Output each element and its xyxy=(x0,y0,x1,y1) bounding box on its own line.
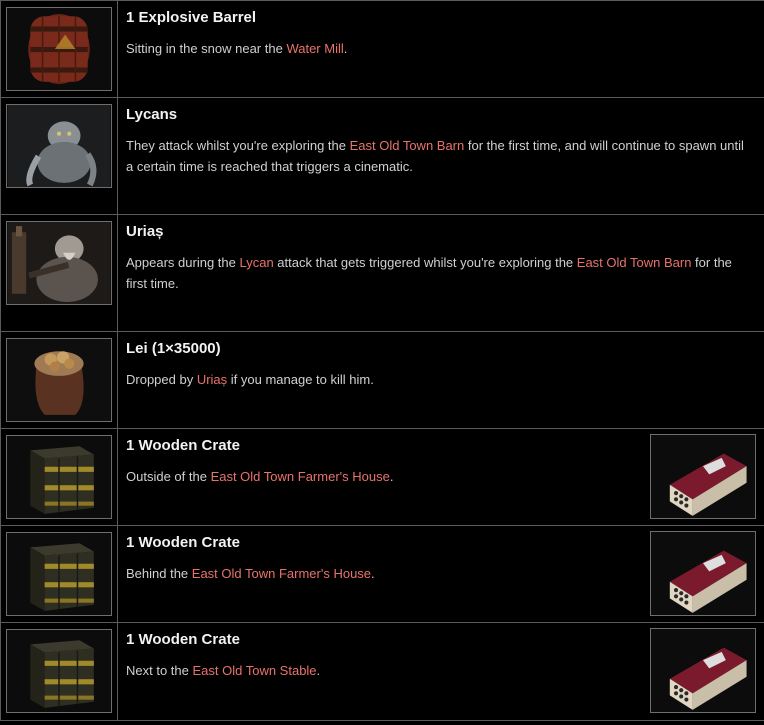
description-text: Next to the xyxy=(126,663,193,678)
description-text: Outside of the xyxy=(126,469,211,484)
thumbnail-cell xyxy=(0,1,118,97)
wooden-crate-icon[interactable] xyxy=(6,532,112,616)
wooden-crate-icon[interactable] xyxy=(6,435,112,519)
description-text: attack that gets triggered whilst you're… xyxy=(273,255,577,270)
description-text: Behind the xyxy=(126,566,192,581)
table-row: 1 Wooden Crate Behind the East Old Town F… xyxy=(0,526,764,623)
row-description: Appears during the Lycan attack that get… xyxy=(126,252,756,294)
thumbnail-cell xyxy=(0,98,118,214)
description-text: if you manage to kill him. xyxy=(227,372,374,387)
location-link[interactable]: East Old Town Farmer's House xyxy=(211,469,390,484)
item-table: 1 Explosive Barrel Sitting in the snow ne… xyxy=(0,0,764,725)
location-link[interactable]: East Old Town Farmer's House xyxy=(192,566,371,581)
lei-bag-icon[interactable] xyxy=(6,338,112,422)
thumbnail-cell xyxy=(0,429,118,525)
row-title: Lycans xyxy=(126,106,178,123)
description-text: Sitting in the snow near the xyxy=(126,41,287,56)
explosive-barrel-icon[interactable] xyxy=(6,7,112,91)
row-content: Uriaș Appears during the Lycan attack tha… xyxy=(118,215,764,331)
description-text: . xyxy=(343,41,348,56)
thumbnail-cell xyxy=(0,526,118,622)
lycan-icon[interactable] xyxy=(6,104,112,188)
table-row: Lei (1×35000) Dropped by Uriaș if you man… xyxy=(0,332,764,429)
ammo-box-icon[interactable] xyxy=(650,628,756,713)
thumbnail-cell xyxy=(0,215,118,331)
table-row: 1 Explosive Barrel Sitting in the snow ne… xyxy=(0,1,764,98)
row-description: They attack whilst you're exploring the … xyxy=(126,135,756,177)
thumbnail-cell xyxy=(0,332,118,428)
row-content: 1 Wooden Crate Behind the East Old Town F… xyxy=(118,526,764,622)
row-title: Lei (1×35000) xyxy=(126,340,221,357)
row-title: Uriaș xyxy=(126,223,164,240)
description-text: Appears during the xyxy=(126,255,240,270)
description-text: . xyxy=(371,566,375,581)
table-row: Lycans They attack whilst you're explorin… xyxy=(0,98,764,215)
location-link[interactable]: Lycan xyxy=(239,255,273,270)
location-link[interactable]: East Old Town Barn xyxy=(577,255,692,270)
location-link[interactable]: East Old Town Barn xyxy=(350,138,465,153)
location-link[interactable]: Water Mill xyxy=(286,41,343,56)
description-text: Dropped by xyxy=(126,372,197,387)
row-content: 1 Explosive Barrel Sitting in the snow ne… xyxy=(118,1,764,97)
description-text: . xyxy=(316,663,321,678)
row-content: 1 Wooden Crate Outside of the East Old To… xyxy=(118,429,764,525)
row-description: Sitting in the snow near the Water Mill. xyxy=(126,38,756,59)
location-link[interactable]: East Old Town Stable xyxy=(192,663,316,678)
row-content: 1 Wooden Crate Next to the East Old Town … xyxy=(118,623,764,720)
ammo-box-icon[interactable] xyxy=(650,531,756,616)
row-description: Dropped by Uriaș if you manage to kill h… xyxy=(126,369,756,390)
table-row: 1 Wooden Crate Outside of the East Old To… xyxy=(0,429,764,526)
table-row: 1 Wooden Crate Next to the East Old Town … xyxy=(0,623,764,721)
location-link[interactable]: Uriaș xyxy=(197,372,227,387)
description-text: . xyxy=(389,469,394,484)
wooden-crate-icon[interactable] xyxy=(6,629,112,713)
description-text: They attack whilst you're exploring the xyxy=(126,138,350,153)
row-content: Lycans They attack whilst you're explorin… xyxy=(118,98,764,214)
row-content: Lei (1×35000) Dropped by Uriaș if you man… xyxy=(118,332,764,428)
table-row: Uriaș Appears during the Lycan attack tha… xyxy=(0,215,764,332)
thumbnail-cell xyxy=(0,623,118,720)
ammo-box-icon[interactable] xyxy=(650,434,756,519)
row-title: 1 Explosive Barrel xyxy=(126,9,257,26)
urias-icon[interactable] xyxy=(6,221,112,305)
